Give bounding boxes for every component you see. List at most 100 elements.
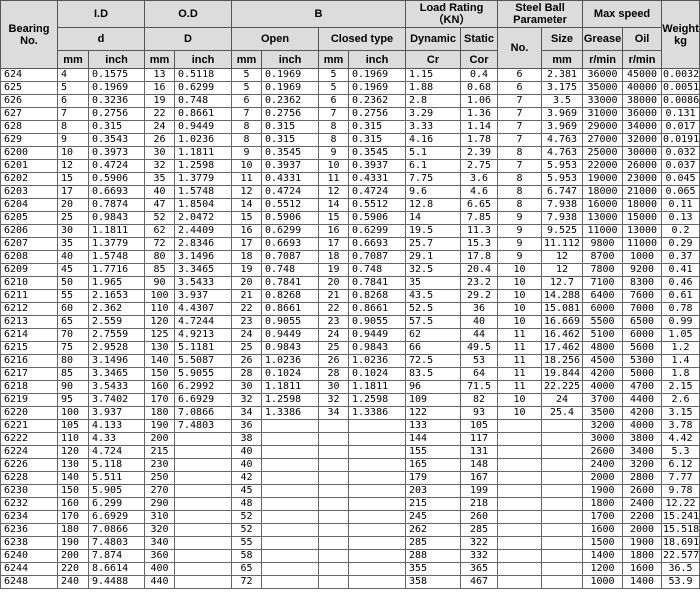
id-inch-cell: 2.7559 — [88, 328, 145, 342]
closed-mm-cell: 23 — [318, 315, 349, 329]
closed-mm-cell: 25 — [318, 341, 349, 355]
od-mm-cell: 30 — [144, 146, 175, 160]
id-mm-cell: 190 — [57, 536, 89, 550]
static-cor-cell: 93 — [460, 406, 499, 420]
ball-size-cell: 9.525 — [541, 224, 584, 238]
id-mm-cell: 130 — [57, 458, 89, 472]
static-cor-cell: 49.5 — [460, 341, 499, 355]
header-steel-ball: Steel Ball Parameter — [497, 0, 584, 28]
open-mm-cell: 30 — [231, 380, 262, 394]
id-mm-cell: 17 — [57, 185, 89, 199]
od-inch-cell: 2.4409 — [174, 224, 232, 238]
od-mm-cell: 100 — [144, 289, 175, 303]
oil-speed-cell: 30000 — [622, 146, 663, 160]
bearing-no-cell: 6221 — [0, 419, 58, 433]
open-inch-cell: 0.9449 — [261, 328, 319, 342]
unit-rmin: r/min — [582, 50, 624, 69]
static-cor-cell: 467 — [460, 575, 499, 589]
open-mm-cell: 16 — [231, 224, 262, 238]
od-inch-cell — [174, 471, 232, 485]
closed-inch-cell: 0.9449 — [347, 328, 407, 342]
id-mm-cell: 6 — [57, 94, 89, 108]
od-mm-cell: 170 — [144, 393, 175, 407]
ball-no-cell: 7 — [497, 159, 543, 173]
ball-no-cell — [497, 575, 543, 589]
ball-no-cell: 7 — [497, 120, 543, 134]
ball-no-cell: 10 — [497, 302, 543, 316]
id-inch-cell: 6.299 — [88, 497, 145, 511]
od-inch-cell — [174, 445, 232, 459]
table-row: 628 8 0.315 24 0.9449 8 0.315 8 0.315 3.33 1.14 7 3.… — [0, 120, 700, 134]
ball-no-cell — [497, 432, 543, 446]
id-inch-cell: 3.937 — [88, 406, 145, 420]
closed-mm-cell: 22 — [318, 302, 349, 316]
header-od: O.D — [144, 0, 232, 28]
table-row: 6207 35 1.3779 72 2.8346 17 0.6693 17 0.6693 25.7… — [0, 237, 700, 251]
weight-cell: 1.8 — [661, 367, 700, 381]
oil-speed-cell: 45000 — [622, 68, 663, 82]
ball-size-cell — [541, 445, 584, 459]
closed-mm-cell: 18 — [318, 250, 349, 264]
open-mm-cell: 48 — [231, 497, 262, 511]
oil-speed-cell: 4200 — [622, 406, 663, 420]
od-inch-cell: 1.8504 — [174, 198, 232, 212]
dynamic-cr-cell: 262 — [405, 523, 462, 537]
od-inch-cell: 2.8346 — [174, 237, 232, 251]
weight-cell: 0.0051 — [661, 81, 700, 95]
od-inch-cell: 5.5087 — [174, 354, 232, 368]
bearing-no-cell: 6206 — [0, 224, 58, 238]
grease-speed-cell: 4200 — [582, 367, 624, 381]
static-cor-cell: 3.6 — [460, 172, 499, 186]
open-mm-cell: 11 — [231, 172, 262, 186]
ball-size-cell — [541, 458, 584, 472]
static-cor-cell: 36 — [460, 302, 499, 316]
table-row: 626 6 0.3236 19 0.748 6 0.2362 6 0.2362 2.8 1.06 7 3… — [0, 94, 700, 108]
weight-cell: 5.3 — [661, 445, 700, 459]
closed-inch-cell: 0.9843 — [347, 341, 407, 355]
weight-cell: 0.41 — [661, 263, 700, 277]
table-row: 6230 150 5.905 270 45 203 199 1900 2600 9.78 — [0, 484, 700, 498]
od-mm-cell: 40 — [144, 185, 175, 199]
dynamic-cr-cell: 19.5 — [405, 224, 462, 238]
static-cor-cell: 322 — [460, 536, 499, 550]
open-inch-cell: 0.5512 — [261, 198, 319, 212]
weight-cell: 0.99 — [661, 315, 700, 329]
unit-mm: mm — [231, 50, 262, 69]
dynamic-cr-cell: 144 — [405, 432, 462, 446]
table-row: 6208 40 1.5748 80 3.1496 18 0.7087 18 0.7087 29.1… — [0, 250, 700, 264]
weight-cell: 12.22 — [661, 497, 700, 511]
ball-no-cell — [497, 471, 543, 485]
dynamic-cr-cell: 57.5 — [405, 315, 462, 329]
ball-no-cell — [497, 484, 543, 498]
static-cor-cell: 105 — [460, 419, 499, 433]
closed-inch-cell — [347, 497, 407, 511]
static-cor-cell: 29.2 — [460, 289, 499, 303]
open-mm-cell: 72 — [231, 575, 262, 589]
dynamic-cr-cell: 1.88 — [405, 81, 462, 95]
closed-mm-cell — [318, 575, 349, 589]
closed-mm-cell: 5 — [318, 81, 349, 95]
bearing-no-cell: 6228 — [0, 471, 58, 485]
open-mm-cell: 25 — [231, 341, 262, 355]
unit-inch: inch — [261, 50, 319, 69]
id-inch-cell: 6.6929 — [88, 510, 145, 524]
od-inch-cell: 1.0236 — [174, 133, 232, 147]
id-inch-cell: 0.5906 — [88, 172, 145, 186]
static-cor-cell: 1.14 — [460, 120, 499, 134]
header-od-D: D — [144, 27, 232, 51]
dynamic-cr-cell: 355 — [405, 562, 462, 576]
open-inch-cell: 0.748 — [261, 263, 319, 277]
weight-cell: 0.61 — [661, 289, 700, 303]
ball-no-cell: 9 — [497, 224, 543, 238]
id-inch-cell: 0.1575 — [88, 68, 145, 82]
od-mm-cell: 230 — [144, 458, 175, 472]
od-inch-cell: 0.5118 — [174, 68, 232, 82]
ball-size-cell: 18.256 — [541, 354, 584, 368]
od-inch-cell: 3.3465 — [174, 263, 232, 277]
open-mm-cell: 12 — [231, 185, 262, 199]
od-inch-cell: 1.3779 — [174, 172, 232, 186]
oil-speed-cell: 1000 — [622, 250, 663, 264]
table-row: 6209 45 1.7716 85 3.3465 19 0.748 19 0.748 32.5 20… — [0, 263, 700, 277]
ball-size-cell: 25.4 — [541, 406, 584, 420]
table-row: 629 9 0.3543 26 1.0236 8 0.315 8 0.315 4.16 1.78 7 4… — [0, 133, 700, 147]
